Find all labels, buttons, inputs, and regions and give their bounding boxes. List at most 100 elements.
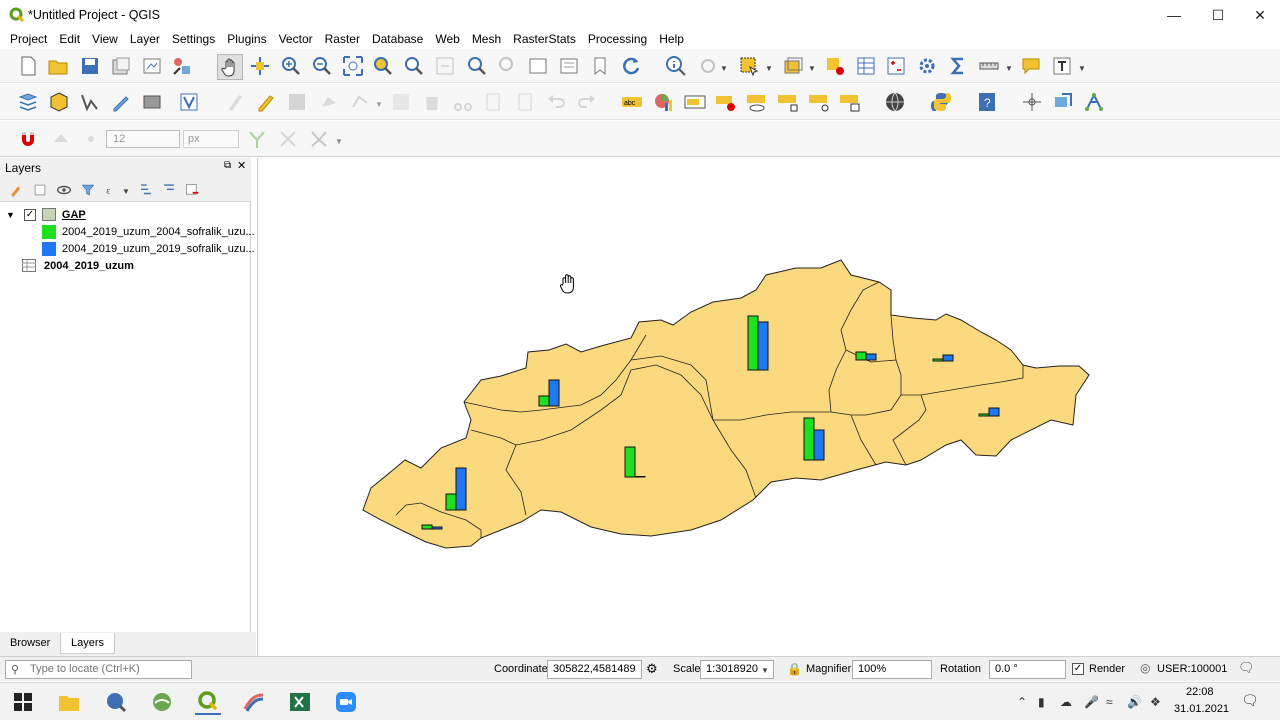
zoom-next-icon[interactable] bbox=[497, 55, 519, 77]
chevron-down-icon[interactable]: ▼ bbox=[765, 64, 773, 73]
zoom-full-icon[interactable] bbox=[342, 55, 364, 77]
layer-row-gap[interactable]: ▼ ✓ GAP bbox=[6, 206, 86, 223]
deselect-all-icon[interactable] bbox=[824, 55, 846, 77]
menu-layer[interactable]: Layer bbox=[124, 32, 166, 46]
qgis-taskbar-icon[interactable] bbox=[195, 689, 221, 715]
menu-web[interactable]: Web bbox=[429, 32, 465, 46]
add-group-icon[interactable] bbox=[32, 182, 47, 197]
open-project-icon[interactable] bbox=[47, 55, 69, 77]
clock-date[interactable]: 31.01.2021 bbox=[1174, 703, 1229, 715]
statistics-sigma-icon[interactable] bbox=[947, 55, 969, 77]
label-rotate-icon[interactable] bbox=[808, 91, 830, 113]
chevron-down-icon[interactable]: ▼ bbox=[808, 64, 816, 73]
add-feature-icon[interactable] bbox=[318, 91, 340, 113]
tracing-icon[interactable] bbox=[246, 128, 268, 150]
zoom-native-icon[interactable] bbox=[434, 55, 456, 77]
windows-start-icon[interactable] bbox=[10, 689, 36, 715]
snapping-tolerance-input[interactable]: 12 bbox=[106, 130, 180, 148]
menu-project[interactable]: Project bbox=[4, 32, 53, 46]
chevron-down-icon[interactable]: ▼ bbox=[720, 64, 728, 73]
file-explorer-icon[interactable] bbox=[56, 689, 82, 715]
label-show-hide-icon[interactable] bbox=[746, 91, 768, 113]
menu-raster[interactable]: Raster bbox=[319, 32, 366, 46]
maximize-button[interactable]: ☐ bbox=[1196, 0, 1240, 30]
menu-vector[interactable]: Vector bbox=[273, 32, 319, 46]
undo-icon[interactable] bbox=[545, 91, 567, 113]
collapse-all-icon[interactable] bbox=[161, 182, 176, 197]
render-checkbox[interactable]: ✓ bbox=[1072, 663, 1084, 675]
map-tips-icon[interactable] bbox=[1020, 55, 1042, 77]
chevron-down-icon[interactable]: ▼ bbox=[761, 666, 769, 675]
text-annotation-icon[interactable] bbox=[1051, 55, 1073, 77]
intersection-icon[interactable] bbox=[277, 128, 299, 150]
new-geopackage-icon[interactable] bbox=[48, 91, 70, 113]
label-highlight-icon[interactable] bbox=[715, 91, 737, 113]
map-canvas[interactable] bbox=[257, 158, 1280, 656]
label-abc-icon[interactable]: abc bbox=[621, 91, 643, 113]
tab-browser[interactable]: Browser bbox=[0, 633, 60, 654]
excel-app-icon[interactable] bbox=[287, 689, 313, 715]
python-console-icon[interactable] bbox=[930, 91, 952, 113]
close-window-button[interactable]: ✕ bbox=[1238, 0, 1280, 30]
delete-selected-icon[interactable] bbox=[421, 91, 443, 113]
minimize-button[interactable]: — bbox=[1152, 0, 1196, 30]
rotation-field[interactable]: 0.0 ° bbox=[989, 660, 1066, 679]
snapping-unit-select[interactable]: px bbox=[183, 130, 239, 148]
save-edits-icon[interactable] bbox=[286, 91, 308, 113]
dropbox-icon[interactable]: ❖ bbox=[1150, 695, 1161, 709]
save-as-icon[interactable] bbox=[110, 55, 132, 77]
copy-features-icon[interactable] bbox=[482, 91, 504, 113]
menu-mesh[interactable]: Mesh bbox=[466, 32, 507, 46]
chevron-down-icon[interactable]: ▼ bbox=[122, 187, 130, 196]
modify-attributes-icon[interactable] bbox=[390, 91, 412, 113]
layer-row-table[interactable]: 2004_2019_uzum bbox=[22, 257, 134, 274]
cut-features-icon[interactable] bbox=[452, 91, 474, 113]
add-vector-icon[interactable] bbox=[79, 91, 101, 113]
microphone-icon[interactable]: 🎤 bbox=[1084, 695, 1099, 709]
add-raster-icon[interactable] bbox=[141, 91, 163, 113]
toggle-editing-icon[interactable] bbox=[255, 91, 277, 113]
save-project-icon[interactable] bbox=[79, 55, 101, 77]
crs-globe-icon[interactable]: ◎ bbox=[1140, 661, 1150, 675]
bookmark-icon[interactable] bbox=[589, 55, 611, 77]
identify-icon[interactable] bbox=[665, 55, 687, 77]
chevron-down-icon[interactable]: ▼ bbox=[375, 100, 383, 109]
onedrive-icon[interactable]: ☁ bbox=[1060, 695, 1072, 709]
crs-label[interactable]: USER:100001 bbox=[1157, 663, 1227, 675]
vertex-tool-icon[interactable] bbox=[349, 91, 371, 113]
measure-line-icon[interactable] bbox=[978, 55, 1000, 77]
menu-settings[interactable]: Settings bbox=[166, 32, 221, 46]
processing-toolbox-icon[interactable] bbox=[916, 55, 938, 77]
battery-icon[interactable]: ▮ bbox=[1038, 695, 1045, 709]
paste-features-icon[interactable] bbox=[514, 91, 536, 113]
wifi-icon[interactable]: ≈ bbox=[1106, 695, 1113, 709]
messages-icon[interactable]: 🗨 bbox=[1238, 660, 1255, 676]
refresh-icon[interactable] bbox=[620, 55, 642, 77]
layer-checkbox[interactable]: ✓ bbox=[23, 208, 36, 221]
georeferencer-icon[interactable] bbox=[1052, 91, 1074, 113]
expand-arrow-icon[interactable]: ▼ bbox=[6, 210, 15, 220]
manage-themes-icon[interactable] bbox=[56, 182, 71, 197]
magnet-snapping-icon[interactable] bbox=[17, 128, 39, 150]
undock-icon[interactable]: ⧉ bbox=[224, 160, 231, 171]
expand-all-icon[interactable] bbox=[138, 182, 153, 197]
extents-toggle-icon[interactable]: ⚙ bbox=[646, 661, 658, 677]
menu-edit[interactable]: Edit bbox=[53, 32, 86, 46]
self-snapping-icon[interactable] bbox=[308, 128, 330, 150]
attribute-table-icon[interactable] bbox=[855, 55, 877, 77]
chevron-down-icon[interactable]: ▼ bbox=[1078, 64, 1086, 73]
redo-icon[interactable] bbox=[576, 91, 598, 113]
menu-processing[interactable]: Processing bbox=[582, 32, 653, 46]
diagram-options-icon[interactable] bbox=[652, 91, 674, 113]
network-analysis-icon[interactable] bbox=[1083, 91, 1105, 113]
layer-styling-icon[interactable] bbox=[8, 182, 23, 197]
menu-database[interactable]: Database bbox=[366, 32, 429, 46]
zoom-in-icon[interactable] bbox=[280, 55, 302, 77]
print-layout-icon[interactable] bbox=[141, 55, 163, 77]
zoom-out-icon[interactable] bbox=[311, 55, 333, 77]
menu-rasterstats[interactable]: RasterStats bbox=[507, 32, 582, 46]
zoom-last-icon[interactable] bbox=[466, 55, 488, 77]
field-calculator-icon[interactable] bbox=[885, 55, 907, 77]
menu-plugins[interactable]: Plugins bbox=[221, 32, 272, 46]
grass-app-icon[interactable] bbox=[149, 689, 175, 715]
